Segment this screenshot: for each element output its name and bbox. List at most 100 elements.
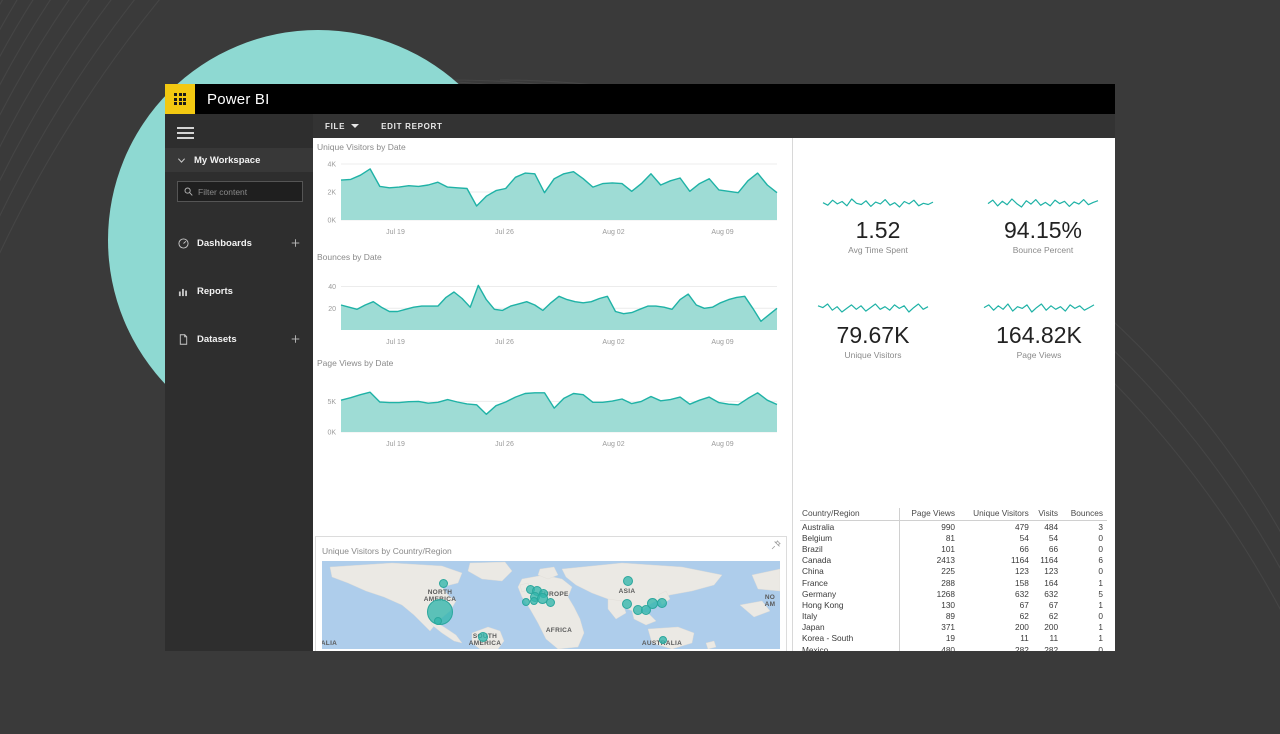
table-cell-value: 81 xyxy=(945,532,956,543)
sidebar-item-datasets[interactable]: Datasets xyxy=(165,328,313,350)
file-icon xyxy=(177,333,189,345)
dashboard-icon xyxy=(177,237,189,249)
sparkline-unique-visitors xyxy=(808,301,938,319)
table-column-header[interactable]: Page Views xyxy=(899,508,960,521)
table-cell-value: 164 xyxy=(1044,577,1059,588)
table-cell-country: France xyxy=(800,576,900,589)
search-input[interactable] xyxy=(198,186,286,197)
table-column-header[interactable]: Bounces xyxy=(1062,508,1107,521)
table-cell-value: 0 xyxy=(1098,644,1103,651)
map-canvas[interactable]: NORTHAMERICASOUTHAMERICAEUROPEAFRICAASIA… xyxy=(322,561,780,649)
map-bubble[interactable] xyxy=(522,598,530,606)
map-bubble[interactable] xyxy=(623,576,633,586)
map-bubble[interactable] xyxy=(659,636,667,644)
y-axis-tick-label: 4K xyxy=(327,162,336,169)
filter-content-field[interactable] xyxy=(177,181,303,202)
map-bubble[interactable] xyxy=(478,632,488,642)
canvas-divider xyxy=(792,138,793,651)
table-cell-value: 0 xyxy=(1098,532,1103,543)
table-row[interactable]: Korea - South 19 11 11 1 xyxy=(800,632,1107,645)
sparkline-page-views xyxy=(974,301,1104,319)
map-visual[interactable]: Unique Visitors by Country/Region NORTH … xyxy=(315,536,787,651)
pin-icon[interactable] xyxy=(771,540,781,550)
sidebar-item-my-workspace[interactable]: My Workspace xyxy=(165,148,313,172)
report-canvas: Unique Visitors by Date 0K 2K 4K Jul 19 Jul … xyxy=(313,138,1115,651)
sparkline-plot xyxy=(983,303,1095,313)
table-cell-value: 632 xyxy=(1014,588,1029,599)
map-bubble[interactable] xyxy=(657,598,667,608)
table-cell-country: Japan xyxy=(800,621,900,633)
map-bubble[interactable] xyxy=(438,578,448,588)
sidebar-item-reports[interactable]: Reports xyxy=(165,280,313,302)
search-icon xyxy=(184,187,193,196)
table-row[interactable]: Brazil 101 66 66 0 xyxy=(800,543,1107,555)
table-row[interactable]: Hong Kong 130 67 67 1 xyxy=(800,599,1107,611)
area-chart-plot: 20 40 Jul 19 Jul 26 Aug 02 Aug 09 xyxy=(328,284,778,346)
table-cell-value: 11 xyxy=(1020,633,1029,644)
kpi-card-page-views[interactable]: 164.82K Page Views xyxy=(974,301,1104,360)
hamburger-icon[interactable] xyxy=(177,127,194,139)
table-row[interactable]: Italy 89 62 62 0 xyxy=(800,610,1107,622)
kpi-card-bounce-percent[interactable]: 94.15% Bounce Percent xyxy=(978,196,1108,255)
table-column-header[interactable]: Country/Region xyxy=(800,508,900,521)
table-cell-country: Italy xyxy=(800,610,900,622)
country-table-visual[interactable]: Country/Region Page Views Unique Visitors V… xyxy=(800,508,1112,651)
chart-title-page-views: Page Views by Date xyxy=(317,358,394,368)
table-row[interactable]: Australia 990 479 484 3 xyxy=(800,520,1107,533)
map-bubble[interactable] xyxy=(530,597,538,605)
table-cell-value: 1 xyxy=(1098,633,1103,644)
table-row[interactable]: Belgium 81 54 54 0 xyxy=(800,532,1107,544)
table-cell-country: Canada xyxy=(800,554,900,566)
table-cell-value: 1 xyxy=(1098,577,1103,588)
sidebar-item-dashboards[interactable]: Dashboards xyxy=(165,232,313,254)
table-cell-value: 1 xyxy=(1098,622,1103,633)
file-menu-button[interactable]: FILE xyxy=(325,122,360,131)
edit-report-button[interactable]: EDIT REPORT xyxy=(381,122,442,131)
kpi-caption: Avg Time Spent xyxy=(848,245,908,256)
plus-icon[interactable] xyxy=(291,335,300,344)
edit-report-label: EDIT REPORT xyxy=(381,121,443,131)
table-cell-value: 288 xyxy=(941,577,956,588)
waffle-grid-icon[interactable] xyxy=(165,84,195,114)
area-chart-page-views[interactable]: 0K 5K Jul 19 Jul 26 Aug 02 Aug 09 xyxy=(319,370,781,448)
map-bubble[interactable] xyxy=(434,617,442,625)
kpi-caption: Page Views xyxy=(1016,350,1062,361)
area-chart-unique-visitors[interactable]: 0K 2K 4K Jul 19 Jul 26 Aug 02 Aug 09 xyxy=(319,154,781,236)
table-cell-country: Korea - South xyxy=(800,632,900,645)
table-row[interactable]: Canada 2413 1164 1164 6 xyxy=(800,554,1107,566)
table-row[interactable]: France 288 158 164 1 xyxy=(800,576,1107,589)
table-row[interactable]: China 225 123 123 0 xyxy=(800,565,1107,577)
y-axis-tick-label: 0K xyxy=(327,430,336,437)
kpi-caption: Unique Visitors xyxy=(844,350,902,361)
sparkline-bounce-percent xyxy=(978,196,1108,214)
map-region-label: AFRICA xyxy=(545,627,573,634)
table-cell-value: 990 xyxy=(941,521,956,532)
table-cell-value: 5 xyxy=(1098,588,1103,599)
sparkline-plot xyxy=(987,198,1099,208)
area-chart-bounces[interactable]: 20 40 Jul 19 Jul 26 Aug 02 Aug 09 xyxy=(319,264,781,346)
map-region-label: ASIA xyxy=(618,588,636,595)
map-bubble[interactable] xyxy=(622,599,632,609)
table-cell-value: 1164 xyxy=(1040,555,1059,566)
y-axis-tick-label: 5K xyxy=(327,399,336,406)
table-row[interactable]: Japan 371 200 200 1 xyxy=(800,621,1107,633)
table-cell-value: 632 xyxy=(1044,588,1059,599)
table-row[interactable]: Germany 1268 632 632 5 xyxy=(800,588,1107,600)
x-axis-tick-label: Aug 02 xyxy=(602,339,624,346)
map-bubble[interactable] xyxy=(641,605,651,615)
plus-icon[interactable] xyxy=(291,239,300,248)
table-cell-value: 158 xyxy=(1014,577,1029,588)
table-cell-value: 1268 xyxy=(936,588,956,599)
table-row[interactable]: Mexico 480 282 282 0 xyxy=(800,644,1107,651)
table-cell-value: 66 xyxy=(1048,543,1059,554)
table-cell-value: 480 xyxy=(941,644,956,651)
map-bubble[interactable] xyxy=(545,597,555,607)
x-axis-tick-label: Aug 09 xyxy=(711,229,733,236)
table-column-header[interactable]: Visits xyxy=(1032,508,1063,521)
table-column-header[interactable]: Unique Visitors xyxy=(959,508,1033,521)
kpi-card-unique-visitors[interactable]: 79.67K Unique Visitors xyxy=(808,301,938,360)
x-axis-tick-label: Aug 09 xyxy=(711,441,733,448)
table-cell-country: Australia xyxy=(800,520,900,533)
kpi-card-avg-time-spent[interactable]: 1.52 Avg Time Spent xyxy=(813,196,943,255)
x-axis-tick-label: Jul 19 xyxy=(386,441,405,448)
